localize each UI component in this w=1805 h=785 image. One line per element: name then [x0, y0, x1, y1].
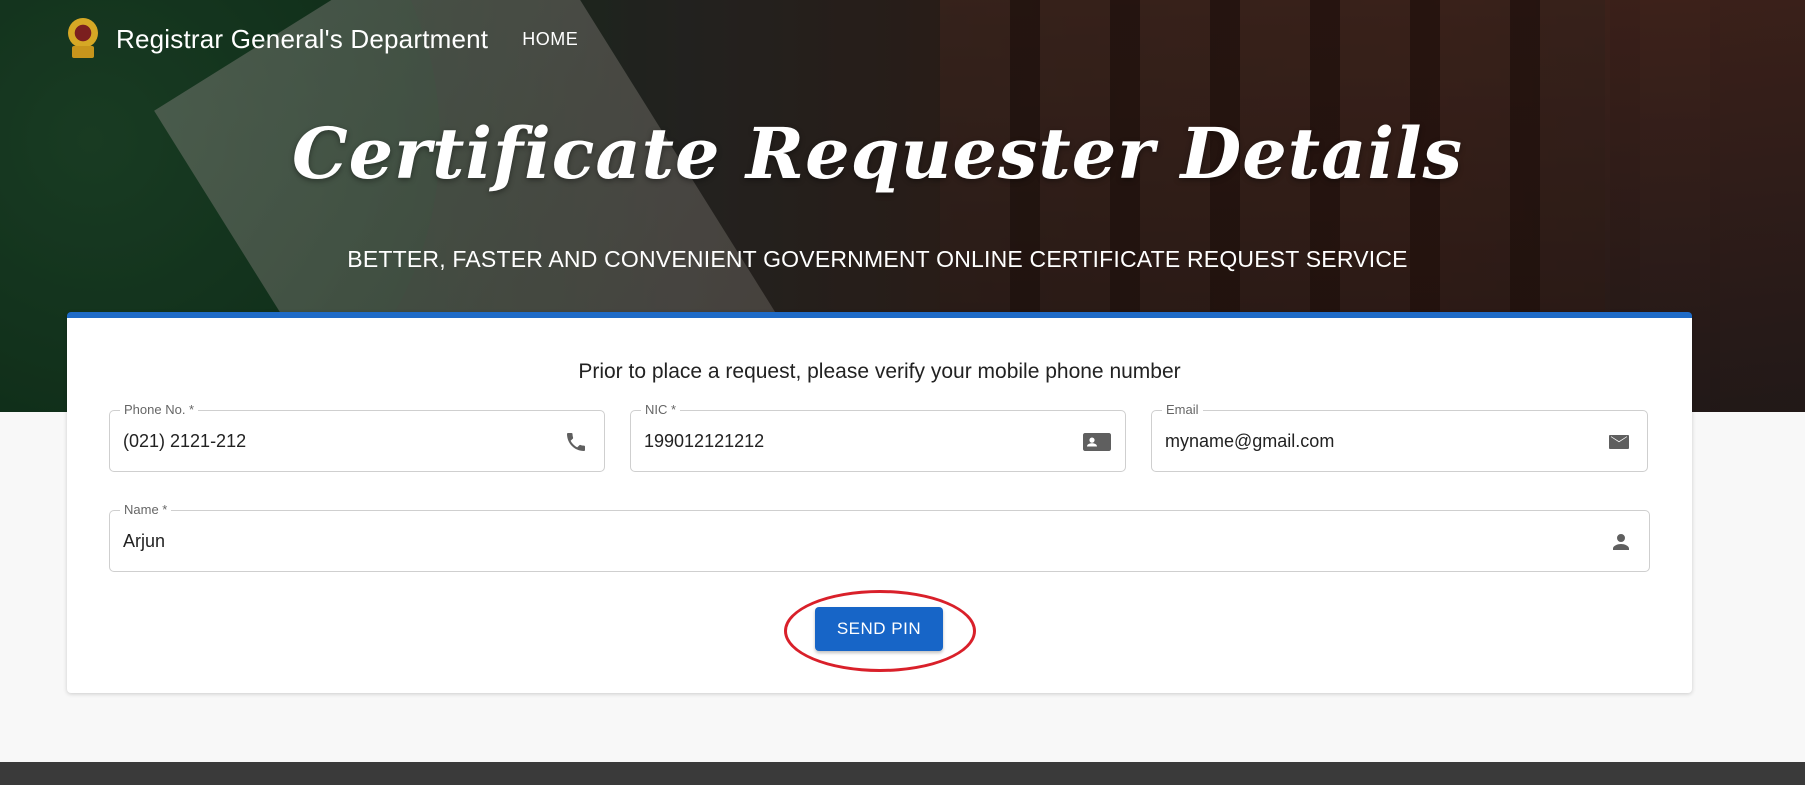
form-instruction: Prior to place a request, please verify …	[578, 360, 1181, 383]
footer-bar	[0, 762, 1805, 785]
phone-field[interactable]: Phone No. *	[109, 402, 605, 472]
id-card-icon	[1083, 430, 1111, 454]
name-input[interactable]	[123, 511, 1592, 571]
verification-form-card: Prior to place a request, please verify …	[67, 312, 1692, 693]
send-pin-button[interactable]: SEND PIN	[815, 607, 943, 651]
page-title: Certificate Requester Details	[291, 112, 1464, 195]
brand-title[interactable]: Registrar General's Department	[116, 24, 488, 55]
phone-input[interactable]	[123, 411, 547, 471]
person-icon	[1609, 530, 1633, 554]
phone-icon	[564, 430, 588, 454]
government-emblem-icon	[66, 16, 100, 62]
email-input[interactable]	[1165, 411, 1590, 471]
top-nav: Registrar General's Department HOME	[66, 14, 578, 64]
page-subtitle: BETTER, FASTER AND CONVENIENT GOVERNMENT…	[347, 246, 1408, 272]
nic-input[interactable]	[644, 411, 1068, 471]
nav-home-link[interactable]: HOME	[522, 29, 578, 50]
nic-field[interactable]: NIC *	[630, 402, 1126, 472]
mail-icon	[1607, 430, 1631, 454]
email-field[interactable]: Email	[1151, 402, 1648, 472]
name-field[interactable]: Name *	[109, 502, 1650, 572]
